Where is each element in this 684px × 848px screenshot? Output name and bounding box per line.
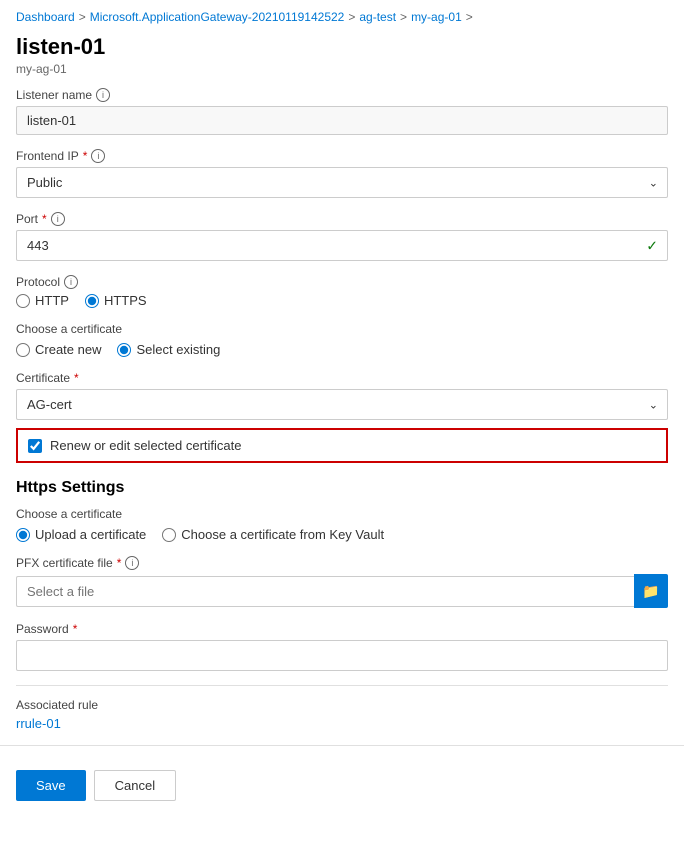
port-required: * — [42, 212, 47, 226]
certificate-required: * — [74, 371, 79, 385]
password-input[interactable] — [16, 640, 668, 671]
listener-name-label: Listener name i — [16, 88, 668, 102]
https-cert-radio-group: Upload a certificate Choose a certificat… — [16, 527, 668, 542]
bottom-divider — [0, 745, 684, 746]
password-group: Password * — [16, 622, 668, 671]
frontend-ip-label: Frontend IP * i — [16, 149, 668, 163]
choose-cert-label: Choose a certificate — [16, 322, 668, 336]
protocol-radio-group: HTTP HTTPS — [16, 293, 668, 308]
cancel-button[interactable]: Cancel — [94, 770, 176, 801]
protocol-https-radio[interactable] — [85, 294, 99, 308]
port-check-icon: ✓ — [646, 237, 658, 254]
page-title: listen-01 — [0, 30, 684, 62]
frontend-ip-info-icon[interactable]: i — [91, 149, 105, 163]
create-new-radio[interactable] — [16, 343, 30, 357]
frontend-ip-required: * — [83, 149, 88, 163]
upload-cert-option[interactable]: Upload a certificate — [16, 527, 146, 542]
breadcrumb-my-ag[interactable]: my-ag-01 — [411, 10, 462, 24]
keyvault-cert-option[interactable]: Choose a certificate from Key Vault — [162, 527, 384, 542]
upload-cert-label: Upload a certificate — [35, 527, 146, 542]
certificate-group: Certificate * AG-cert ⌄ Renew or edit se… — [16, 371, 668, 463]
password-label: Password * — [16, 622, 668, 636]
breadcrumb-sep-3: > — [400, 10, 407, 24]
frontend-ip-select-wrapper: Public Private ⌄ — [16, 167, 668, 198]
listener-name-group: Listener name i — [16, 88, 668, 135]
cert-radio-group: Create new Select existing — [16, 342, 668, 357]
protocol-https-label: HTTPS — [104, 293, 147, 308]
protocol-http-label: HTTP — [35, 293, 69, 308]
certificate-label: Certificate * — [16, 371, 668, 385]
associated-rule-link[interactable]: rrule-01 — [16, 716, 61, 731]
protocol-https-option[interactable]: HTTPS — [85, 293, 147, 308]
https-choose-cert-group: Choose a certificate Upload a certificat… — [16, 507, 668, 542]
protocol-group: Protocol i HTTP HTTPS — [16, 275, 668, 308]
breadcrumb-sep-2: > — [348, 10, 355, 24]
select-existing-radio[interactable] — [117, 343, 131, 357]
https-choose-cert-label: Choose a certificate — [16, 507, 668, 521]
port-info-icon[interactable]: i — [51, 212, 65, 226]
pfx-required: * — [117, 556, 122, 570]
frontend-ip-select[interactable]: Public Private — [16, 167, 668, 198]
breadcrumb-gateway[interactable]: Microsoft.ApplicationGateway-20210119142… — [90, 10, 345, 24]
pfx-info-icon[interactable]: i — [125, 556, 139, 570]
pfx-group: PFX certificate file * i 📁 — [16, 556, 668, 608]
renew-checkbox-row[interactable]: Renew or edit selected certificate — [16, 428, 668, 463]
associated-rule-label: Associated rule — [16, 698, 668, 712]
https-settings-heading: Https Settings — [16, 479, 668, 497]
breadcrumb-sep-4: > — [466, 10, 473, 24]
protocol-info-icon[interactable]: i — [64, 275, 78, 289]
pfx-browse-button[interactable]: 📁 — [634, 574, 668, 608]
keyvault-cert-radio[interactable] — [162, 528, 176, 542]
keyvault-cert-label: Choose a certificate from Key Vault — [181, 527, 384, 542]
folder-icon: 📁 — [642, 583, 659, 600]
listener-name-input[interactable] — [16, 106, 668, 135]
create-new-option[interactable]: Create new — [16, 342, 101, 357]
protocol-label: Protocol i — [16, 275, 668, 289]
upload-cert-radio[interactable] — [16, 528, 30, 542]
select-existing-option[interactable]: Select existing — [117, 342, 220, 357]
page-subtitle: my-ag-01 — [0, 62, 684, 88]
renew-checkbox-label[interactable]: Renew or edit selected certificate — [50, 438, 241, 453]
certificate-select[interactable]: AG-cert — [16, 389, 668, 420]
pfx-label: PFX certificate file * i — [16, 556, 668, 570]
create-new-label: Create new — [35, 342, 101, 357]
port-select-wrapper: 443 ✓ — [16, 230, 668, 261]
divider — [16, 685, 668, 686]
breadcrumb-sep-1: > — [79, 10, 86, 24]
password-required: * — [73, 622, 78, 636]
breadcrumb-ag-test[interactable]: ag-test — [359, 10, 396, 24]
listener-name-info-icon[interactable]: i — [96, 88, 110, 102]
choose-cert-group: Choose a certificate Create new Select e… — [16, 322, 668, 357]
port-select[interactable]: 443 — [16, 230, 668, 261]
port-group: Port * i 443 ✓ — [16, 212, 668, 261]
protocol-http-radio[interactable] — [16, 294, 30, 308]
select-existing-label: Select existing — [136, 342, 220, 357]
pfx-file-input-wrapper: 📁 — [16, 574, 668, 608]
breadcrumb: Dashboard > Microsoft.ApplicationGateway… — [0, 0, 684, 30]
frontend-ip-group: Frontend IP * i Public Private ⌄ — [16, 149, 668, 198]
pfx-file-input[interactable] — [16, 576, 634, 607]
renew-checkbox[interactable] — [28, 439, 42, 453]
breadcrumb-dashboard[interactable]: Dashboard — [16, 10, 75, 24]
certificate-select-wrapper: AG-cert ⌄ — [16, 389, 668, 420]
protocol-http-option[interactable]: HTTP — [16, 293, 69, 308]
save-button[interactable]: Save — [16, 770, 86, 801]
associated-rule-group: Associated rule rrule-01 — [16, 698, 668, 731]
port-label: Port * i — [16, 212, 668, 226]
action-buttons: Save Cancel — [0, 758, 684, 817]
